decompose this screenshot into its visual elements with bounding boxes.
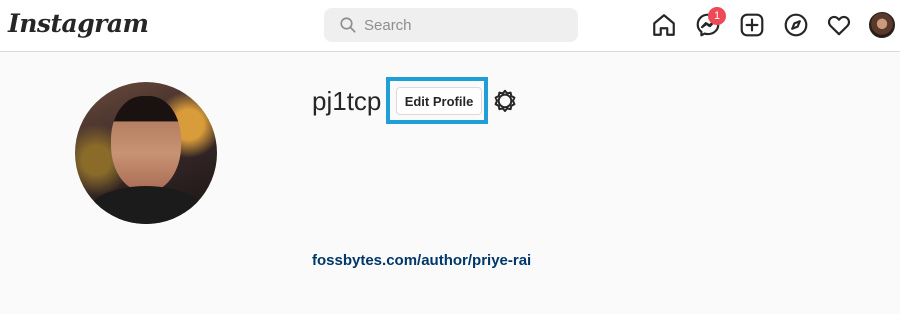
profile-picture[interactable] [75,82,217,224]
explore-icon[interactable] [783,12,809,38]
profile-picture-face [111,96,181,192]
profile-avatar[interactable] [869,12,895,38]
search-icon [340,17,356,33]
profile-picture-body [85,186,207,224]
notification-badge: 1 [708,7,726,25]
home-icon[interactable] [651,12,677,38]
top-navigation-bar: Instagram 1 [0,0,900,52]
activity-heart-icon[interactable] [826,12,852,38]
gear-icon[interactable] [493,89,517,113]
instagram-logo[interactable]: Instagram [8,9,149,38]
search-box[interactable] [324,8,578,42]
profile-website-link[interactable]: fossbytes.com/author/priye-rai [312,252,531,269]
search-input[interactable] [364,8,564,42]
new-post-icon[interactable] [739,12,765,38]
edit-profile-button[interactable]: Edit Profile [396,87,482,115]
profile-username: pj1tcp [312,86,382,116]
